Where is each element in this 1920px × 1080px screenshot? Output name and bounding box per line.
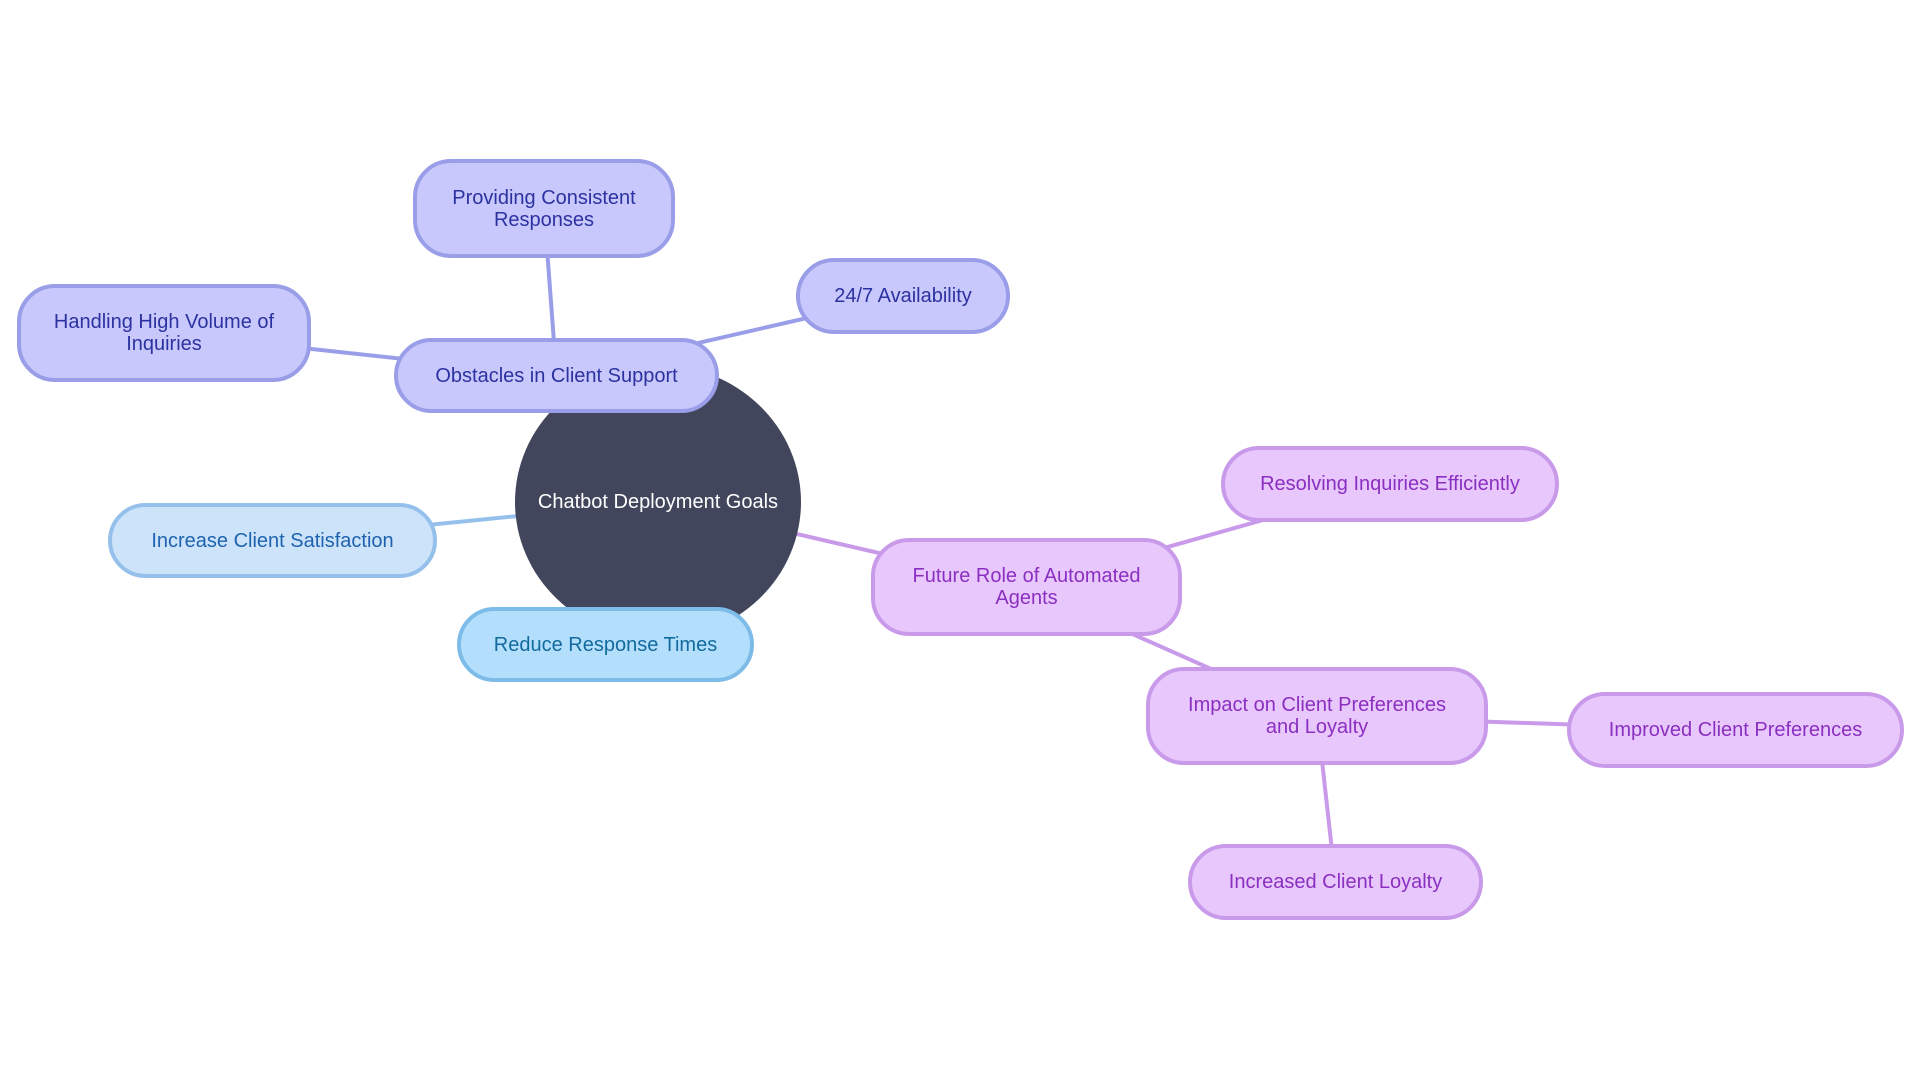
node-label-line-1: Future Role of Automated <box>912 565 1141 587</box>
node-obstacles-in-client-support[interactable]: Obstacles in Client Support <box>394 338 719 413</box>
node-label-line-2: and Loyalty <box>1265 716 1369 738</box>
node-label-line-2: Responses <box>493 208 595 231</box>
node-label: Increased Client Loyalty <box>1228 871 1443 893</box>
node-label: 24/7 Availability <box>834 285 972 307</box>
node-label: Obstacles in Client Support <box>435 364 678 387</box>
node-handling-high-volume-of-inquiries[interactable]: Handling High Volume of Inquiries <box>17 284 311 382</box>
node-impact-on-client-preferences-and-loyalty[interactable]: Impact on Client Preferences and Loyalty <box>1146 667 1488 765</box>
node-label-line-2: Agents <box>995 587 1058 609</box>
node-label: Increase Client Satisfaction <box>151 529 394 552</box>
node-label-line-1: Providing Consistent <box>452 186 636 209</box>
node-label: Resolving Inquiries Efficiently <box>1260 473 1520 495</box>
node-future-role-of-automated-agents[interactable]: Future Role of Automated Agents <box>871 538 1182 636</box>
node-providing-consistent-responses[interactable]: Providing Consistent Responses <box>413 159 675 258</box>
node-label: Reduce Response Times <box>493 633 718 656</box>
root-node-label: Chatbot Deployment Goals <box>537 490 779 513</box>
node-improved-client-preferences[interactable]: Improved Client Preferences <box>1567 692 1904 768</box>
node-24-7-availability[interactable]: 24/7 Availability <box>796 258 1010 334</box>
node-reduce-response-times[interactable]: Reduce Response Times <box>457 607 754 682</box>
node-label-line-1: Impact on Client Preferences <box>1188 694 1446 716</box>
node-increased-client-loyalty[interactable]: Increased Client Loyalty <box>1188 844 1483 920</box>
node-label-line-2: Inquiries <box>126 333 202 355</box>
node-label-line-1: Handling High Volume of <box>53 311 275 333</box>
node-increase-client-satisfaction[interactable]: Increase Client Satisfaction <box>108 503 437 578</box>
node-label: Improved Client Preferences <box>1608 719 1863 741</box>
mindmap-canvas: Chatbot Deployment Goals Obstacles in Cl… <box>0 0 1920 1080</box>
node-resolving-inquiries-efficiently[interactable]: Resolving Inquiries Efficiently <box>1221 446 1559 522</box>
